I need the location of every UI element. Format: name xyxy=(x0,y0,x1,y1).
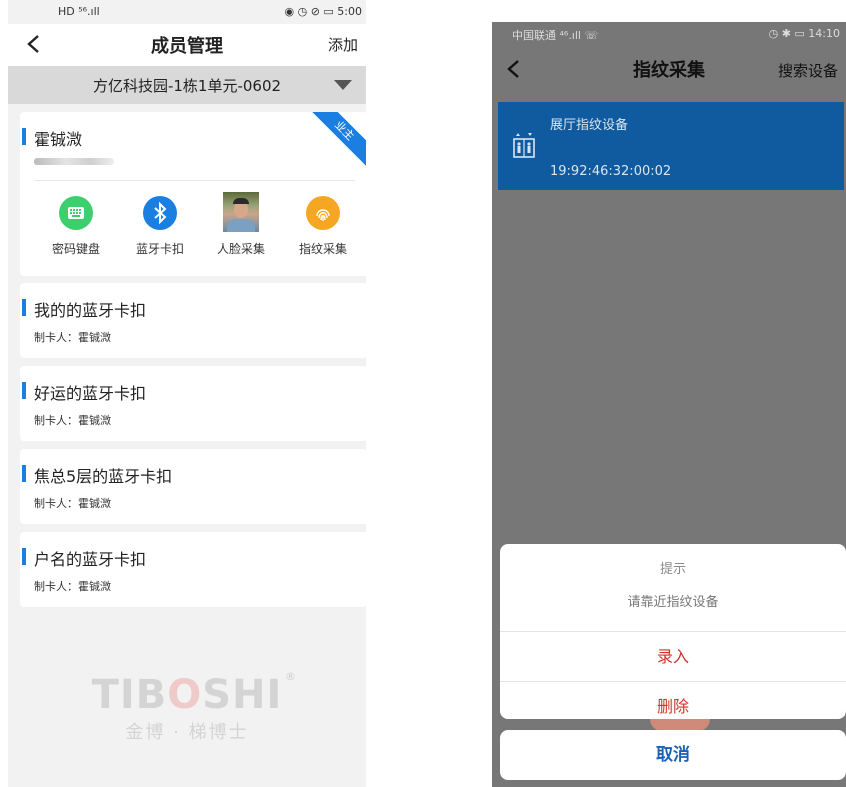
add-member-button[interactable]: 添加 xyxy=(328,34,358,55)
bluetooth-card-item[interactable]: 好运的蓝牙卡扣 制卡人：霍铖溦 xyxy=(20,366,366,441)
delete-button[interactable]: 删除 xyxy=(500,681,846,719)
nav-bar: 成员管理 添加 xyxy=(8,24,366,66)
member-management-screen: HD ⁵⁶.ıll ◉ ◷ ⊘ ▭ 5:00 成员管理 添加 方亿科技园-1栋1… xyxy=(8,0,366,787)
bluetooth-card-item[interactable]: 户名的蓝牙卡扣 制卡人：霍铖溦 xyxy=(20,532,366,607)
sheet-message: 请靠近指纹设备 xyxy=(627,595,719,610)
fingerprint-capture-screen: 中国联通 ⁴⁶.ıll ☏ ◷ ✱ ▭ 14:10 指纹采集 搜索设备 展厅指纹… xyxy=(492,22,846,787)
divider xyxy=(34,180,355,181)
keypad-icon xyxy=(59,196,93,230)
member-card[interactable]: 霍铖溦 业主 密码键盘 蓝牙卡扣 人脸采集 指纹采集 xyxy=(20,112,366,276)
registered-mark: ® xyxy=(285,670,296,683)
search-device-button[interactable]: 搜索设备 xyxy=(778,60,838,81)
card-maker: 制卡人：霍铖溦 xyxy=(34,580,111,593)
brand-logo: TIBOSHI xyxy=(91,672,283,718)
status-bar: HD ⁵⁶.ıll ◉ ◷ ⊘ ▭ 5:00 xyxy=(8,0,366,24)
keypad-label: 密码键盘 xyxy=(51,242,100,256)
status-clock: ◷ ✱ ▭ 14:10 xyxy=(768,27,840,40)
unit-selector[interactable]: 方亿科技园-1栋1单元-0602 xyxy=(8,66,366,104)
nav-bar: 指纹采集 搜索设备 xyxy=(492,46,846,94)
status-clock: ◉ ◷ ⊘ ▭ 5:00 xyxy=(284,5,363,18)
signal-indicator: HD ⁵⁶.ıll xyxy=(58,5,100,18)
dropdown-arrow-icon xyxy=(334,80,352,90)
bluetooth-label: 蓝牙卡扣 xyxy=(135,242,184,256)
member-phone-blurred xyxy=(34,158,114,165)
status-bar: 中国联通 ⁴⁶.ıll ☏ ◷ ✱ ▭ 14:10 xyxy=(492,22,846,46)
fingerprint-label: 指纹采集 xyxy=(298,242,347,256)
action-sheet: 提示 请靠近指纹设备 录入 删除 xyxy=(500,544,846,719)
face-label: 人脸采集 xyxy=(216,242,265,256)
fingerprint-icon xyxy=(306,196,340,230)
face-function[interactable]: 人脸采集 xyxy=(206,192,276,257)
carrier-indicator: 中国联通 ⁴⁶.ıll ☏ xyxy=(512,29,599,42)
page-title: 成员管理 xyxy=(151,36,223,57)
brand-watermark: TIBOSHI 金博 · 梯博士 ® xyxy=(8,670,366,744)
unit-selector-label: 方亿科技园-1栋1单元-0602 xyxy=(92,76,282,95)
card-title: 我的的蓝牙卡扣 xyxy=(22,297,146,321)
card-title: 焦总5层的蓝牙卡扣 xyxy=(22,463,172,487)
cancel-button[interactable]: 取消 xyxy=(500,730,846,780)
owner-badge: 业主 xyxy=(305,112,366,170)
brand-name: 金博 · 梯博士 xyxy=(125,722,249,743)
bluetooth-card-item[interactable]: 我的的蓝牙卡扣 制卡人：霍铖溦 xyxy=(20,283,366,358)
card-maker: 制卡人：霍铖溦 xyxy=(34,414,111,427)
enroll-button[interactable]: 录入 xyxy=(500,631,846,681)
device-mac: 19:92:46:32:00:02 xyxy=(550,164,672,179)
bluetooth-icon xyxy=(143,196,177,230)
card-maker: 制卡人：霍铖溦 xyxy=(34,497,111,510)
device-name: 展厅指纹设备 xyxy=(550,118,629,133)
keypad-function[interactable]: 密码键盘 xyxy=(41,196,111,257)
bluetooth-function[interactable]: 蓝牙卡扣 xyxy=(125,196,195,257)
device-list-item[interactable]: 展厅指纹设备 19:92:46:32:00:02 xyxy=(498,102,844,190)
card-title: 户名的蓝牙卡扣 xyxy=(22,546,146,570)
face-photo xyxy=(223,192,259,232)
fingerprint-function[interactable]: 指纹采集 xyxy=(288,196,358,257)
member-name: 霍铖溦 xyxy=(22,126,82,150)
card-title: 好运的蓝牙卡扣 xyxy=(22,380,146,404)
bluetooth-card-item[interactable]: 焦总5层的蓝牙卡扣 制卡人：霍铖溦 xyxy=(20,449,366,524)
elevator-icon xyxy=(513,133,535,158)
card-maker: 制卡人：霍铖溦 xyxy=(34,331,111,344)
sheet-title: 提示 xyxy=(659,562,686,577)
